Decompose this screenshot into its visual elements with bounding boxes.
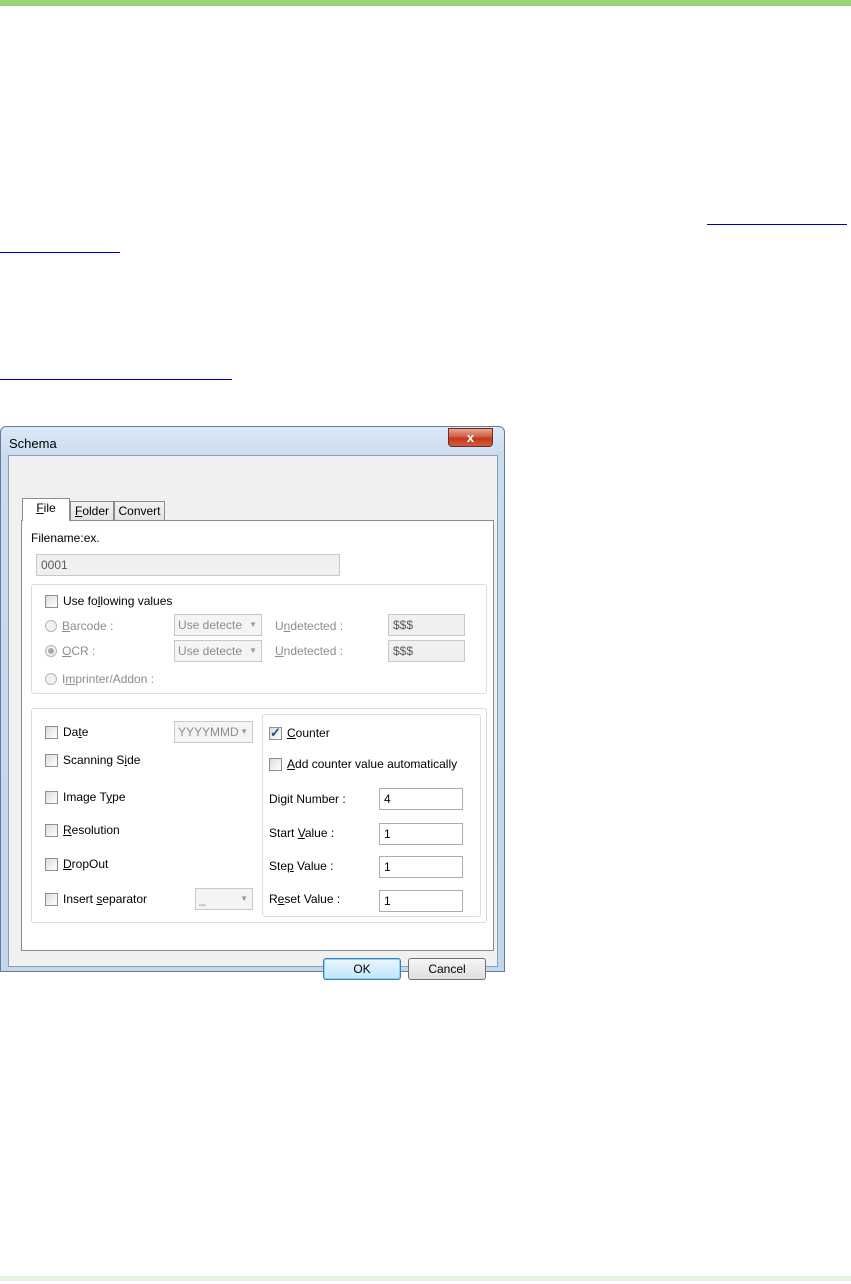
reset-value-input[interactable]: 1 — [379, 890, 463, 912]
add-counter-automatically-label[interactable]: Add counter value automatically — [287, 757, 457, 771]
insert-separator-checkbox[interactable] — [45, 893, 58, 906]
add-counter-automatically-checkbox[interactable] — [269, 758, 282, 771]
use-following-values-label[interactable]: Use following values — [63, 594, 172, 608]
date-checkbox[interactable] — [45, 726, 58, 739]
cancel-button[interactable]: Cancel — [408, 958, 486, 980]
ok-button[interactable]: OK — [323, 958, 401, 980]
ocr-mode-select[interactable]: Use detecte ▼ — [174, 640, 262, 662]
close-icon: x — [466, 430, 475, 445]
insert-separator-label[interactable]: Insert separator — [63, 892, 147, 906]
step-value-label: Step Value : — [269, 859, 334, 873]
resolution-checkbox[interactable] — [45, 824, 58, 837]
chevron-down-icon: ▼ — [249, 646, 257, 655]
filename-example-label: Filename:ex. — [31, 531, 100, 545]
page-bottom-rule — [0, 1276, 851, 1281]
dropout-label[interactable]: DropOut — [63, 857, 108, 871]
tab-folder[interactable]: Folder — [70, 501, 114, 521]
date-label[interactable]: Date — [63, 725, 88, 739]
doc-link-underline[interactable] — [0, 252, 120, 253]
start-value-label: Start Value : — [269, 826, 335, 840]
page-top-rule — [0, 0, 851, 6]
counter-checkbox[interactable] — [269, 725, 282, 741]
imprinter-addon-label[interactable]: Imprinter/Addon : — [62, 672, 154, 686]
chevron-down-icon: ▼ — [240, 727, 248, 736]
reset-value-label: Reset Value : — [269, 892, 341, 906]
barcode-label[interactable]: Barcode : — [62, 619, 113, 633]
start-value-input[interactable]: 1 — [379, 823, 463, 845]
dialog-client-area: File Folder Convert Filename:ex. 0001 Us… — [8, 455, 498, 980]
scanning-side-label[interactable]: Scanning Side — [63, 753, 140, 767]
barcode-undetected-field[interactable]: $$$ — [388, 614, 465, 636]
dialog-title: Schema — [9, 436, 57, 451]
digit-number-label: Digit Number : — [269, 792, 346, 806]
barcode-radio[interactable] — [45, 620, 57, 632]
ocr-label[interactable]: OCR : — [62, 644, 95, 658]
image-type-label[interactable]: Image Type — [63, 790, 126, 804]
scanning-side-checkbox[interactable] — [45, 754, 58, 767]
barcode-undetected-label: Undetected : — [275, 619, 344, 633]
image-type-checkbox[interactable] — [45, 791, 58, 804]
schema-dialog: Schema x File Folder Convert Filename:ex… — [0, 426, 505, 980]
filename-example-field: 0001 — [36, 554, 340, 576]
ocr-radio[interactable] — [45, 645, 57, 657]
chevron-down-icon: ▼ — [240, 894, 248, 903]
ocr-undetected-label: Undetected : — [275, 644, 344, 658]
ocr-undetected-field[interactable]: $$$ — [388, 640, 465, 662]
resolution-label[interactable]: Resolution — [63, 823, 120, 837]
imprinter-addon-radio[interactable] — [45, 673, 57, 685]
tab-file[interactable]: File — [22, 498, 70, 521]
doc-link-underline[interactable] — [0, 379, 232, 380]
date-format-select[interactable]: YYYYMMD ▼ — [174, 721, 253, 743]
doc-link-underline[interactable] — [707, 224, 847, 225]
use-following-values-checkbox[interactable] — [45, 595, 58, 608]
separator-select[interactable]: _ ▼ — [195, 888, 253, 910]
digit-number-input[interactable]: 4 — [379, 788, 463, 810]
step-value-input[interactable]: 1 — [379, 856, 463, 878]
counter-label[interactable]: Counter — [287, 726, 330, 740]
barcode-mode-select[interactable]: Use detecte ▼ — [174, 614, 262, 636]
tab-convert[interactable]: Convert — [114, 501, 165, 521]
dropout-checkbox[interactable] — [45, 858, 58, 871]
chevron-down-icon: ▼ — [249, 620, 257, 629]
close-button[interactable]: x — [448, 428, 493, 447]
file-tab-panel: Filename:ex. 0001 Use following values B… — [21, 520, 494, 951]
counter-group — [262, 714, 481, 917]
